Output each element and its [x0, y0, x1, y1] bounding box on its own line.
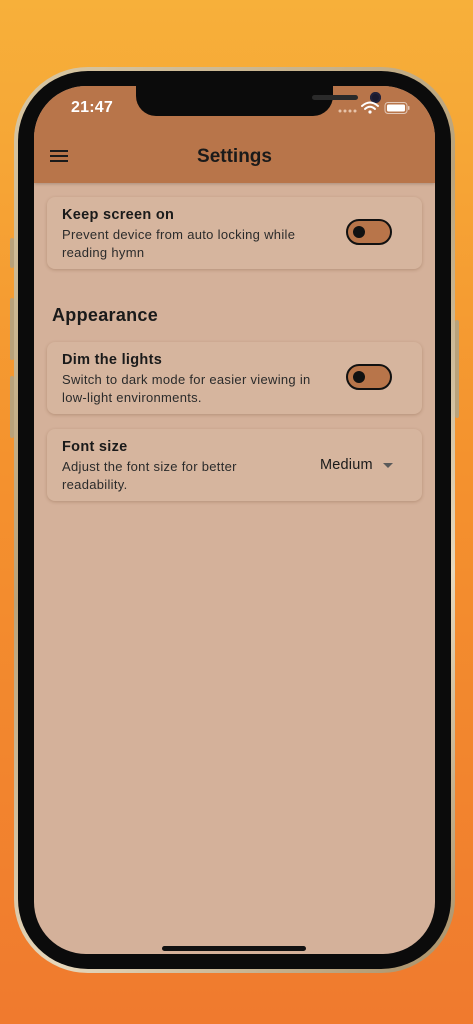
font-size-selected-value: Medium: [320, 457, 373, 473]
home-indicator[interactable]: [162, 946, 306, 951]
dim-the-lights-toggle[interactable]: [346, 364, 392, 390]
power-button: [455, 320, 459, 418]
toggle-knob: [353, 371, 365, 383]
volume-down-button: [10, 376, 14, 438]
phone-screen: 21:47 Settings Keep screen on Prevent de…: [34, 86, 435, 954]
toggle-knob: [353, 226, 365, 238]
status-icons: [338, 101, 410, 114]
dim-the-lights-title: Dim the lights: [62, 352, 163, 368]
font-size-dropdown[interactable]: Medium: [320, 454, 393, 476]
dim-the-lights-card: Dim the lights Switch to dark mode for e…: [47, 342, 422, 414]
cellular-signal-icon: [338, 109, 357, 113]
appearance-heading: Appearance: [52, 305, 159, 325]
dim-the-lights-description: Switch to dark mode for easier viewing i…: [62, 372, 311, 405]
keep-screen-on-toggle[interactable]: [346, 219, 392, 245]
notch: [136, 86, 381, 116]
font-size-title: Font size: [62, 439, 128, 455]
silent-switch: [10, 238, 14, 268]
battery-icon: [384, 102, 410, 114]
font-size-card: Font size Adjust the font size for bette…: [47, 429, 422, 501]
keep-screen-on-card: Keep screen on Prevent device from auto …: [47, 197, 422, 269]
volume-up-button: [10, 298, 14, 360]
keep-screen-on-title: Keep screen on: [62, 207, 175, 223]
wifi-icon: [361, 101, 379, 114]
font-size-description: Adjust the font size for better readabil…: [62, 459, 237, 492]
status-time: 21:47: [71, 99, 113, 116]
app-bar: 21:47 Settings: [34, 86, 435, 183]
dropdown-arrow-icon: [382, 462, 393, 468]
page-title: Settings: [197, 146, 272, 167]
keep-screen-on-description: Prevent device from auto locking while r…: [62, 227, 296, 260]
